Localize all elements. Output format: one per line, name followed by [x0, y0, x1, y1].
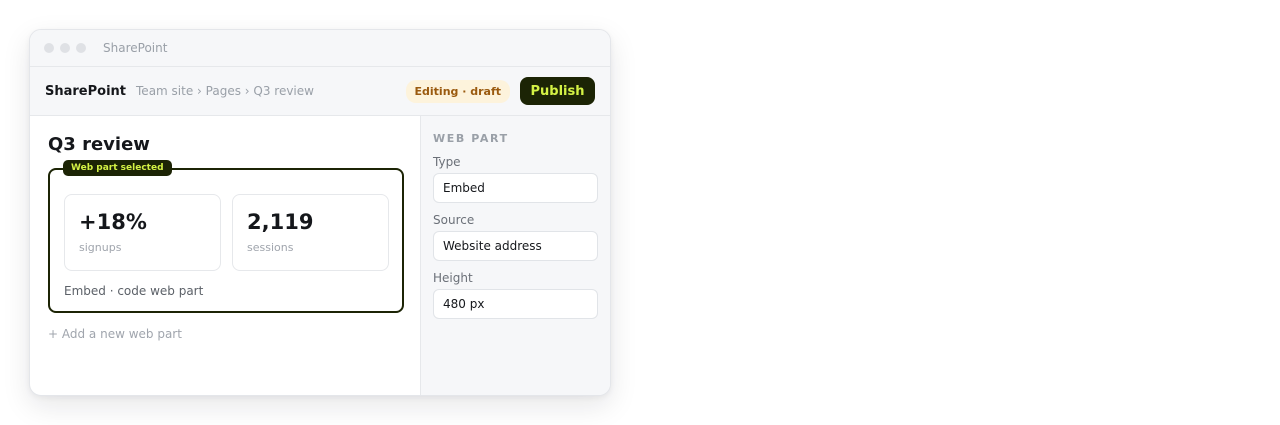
type-input[interactable] [433, 173, 598, 203]
stat-label: signups [79, 241, 122, 254]
sharepoint-window: SharePoint SharePoint Team site › Pages … [29, 29, 611, 396]
selected-webpart[interactable]: Web part selected +18% signups 2,119 ses… [48, 160, 404, 313]
editor-content: Q3 review Web part selected +18% signups… [30, 116, 610, 395]
page-title[interactable]: Q3 review [48, 134, 402, 156]
field-label: Height [433, 271, 473, 285]
app-header: SharePoint Team site › Pages › Q3 review… [30, 67, 610, 116]
field-height: Height [433, 271, 598, 319]
window-title: SharePoint [103, 41, 168, 55]
source-input[interactable] [433, 231, 598, 261]
properties-panel: WEB PART Type Source Height [420, 116, 610, 395]
field-label: Type [433, 155, 461, 169]
stats-row: +18% signups 2,119 sessions [64, 194, 389, 271]
stat-card-sessions: 2,119 sessions [232, 194, 389, 271]
stat-value: +18% [79, 210, 147, 234]
field-source: Source [433, 213, 598, 261]
publish-button[interactable]: Publish [520, 77, 595, 105]
field-type: Type [433, 155, 598, 203]
window-close-dot[interactable] [44, 43, 54, 53]
brand-name[interactable]: SharePoint [45, 84, 126, 99]
window-titlebar: SharePoint [30, 30, 610, 67]
status-badge: Editing · draft [405, 79, 510, 103]
webpart-selected-tag: Web part selected [63, 160, 172, 176]
stat-label: sessions [247, 241, 294, 254]
height-input[interactable] [433, 289, 598, 319]
window-minimize-dot[interactable] [60, 43, 70, 53]
panel-heading: WEB PART [433, 132, 509, 145]
stat-card-signups: +18% signups [64, 194, 221, 271]
page-canvas: Q3 review Web part selected +18% signups… [30, 116, 420, 395]
field-label: Source [433, 213, 475, 227]
window-maximize-dot[interactable] [76, 43, 86, 53]
breadcrumb[interactable]: Team site › Pages › Q3 review [136, 84, 314, 98]
add-webpart-button[interactable]: + Add a new web part [48, 327, 182, 341]
webpart-caption: Embed · code web part [64, 284, 204, 298]
stat-value: 2,119 [247, 210, 314, 234]
